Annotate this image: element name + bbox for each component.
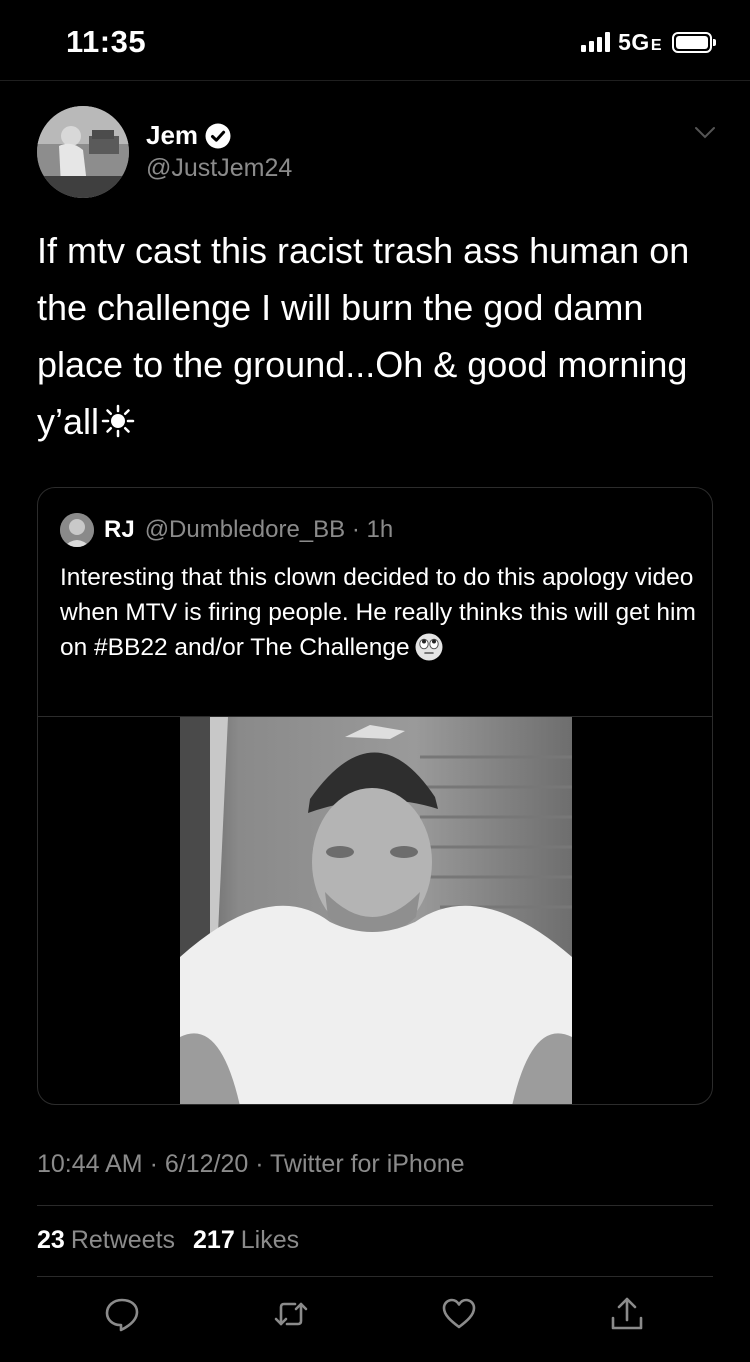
tweet-timestamp: 10:44 AM · 6/12/20 · Twitter for iPhone xyxy=(37,1150,465,1178)
status-time: 11:35 xyxy=(66,24,147,59)
network-type: 5G xyxy=(618,28,650,55)
tweet-stats: 23 Retweets 217 Likes xyxy=(37,1226,299,1255)
chevron-down-icon[interactable] xyxy=(694,126,716,140)
quoted-author-avatar xyxy=(60,513,94,547)
divider xyxy=(37,1276,713,1277)
quoted-tweet-card[interactable]: RJ @Dumbledore_BB · 1h Interesting that … xyxy=(37,487,713,1105)
share-icon[interactable] xyxy=(609,1296,645,1332)
status-bar: 11:35 5GE xyxy=(0,0,750,81)
tweet-action-bar xyxy=(0,1296,750,1336)
face-with-rolling-eyes-icon xyxy=(415,633,443,661)
tweet-text: If mtv cast this racist trash ass human … xyxy=(37,222,717,450)
verified-badge-icon xyxy=(205,123,231,148)
likes-stat[interactable]: 217 Likes xyxy=(193,1226,299,1255)
author-name-text: Jem xyxy=(146,120,199,150)
likes-label: Likes xyxy=(240,1226,300,1254)
heart-icon[interactable] xyxy=(441,1296,477,1332)
signal-strength-icon xyxy=(581,32,611,52)
divider xyxy=(37,1205,713,1206)
status-indicators: 5GE xyxy=(581,28,716,56)
quoted-tweet-text-content: Interesting that this clown decided to d… xyxy=(60,564,696,661)
quoted-author-name: RJ xyxy=(104,516,135,543)
retweets-label: Retweets xyxy=(70,1226,176,1254)
quoted-tweet-text: Interesting that this clown decided to d… xyxy=(60,560,700,665)
quoted-tweet-video-thumbnail[interactable] xyxy=(180,717,572,1104)
sun-emoji-icon xyxy=(101,404,135,438)
quoted-author-handle: @Dumbledore_BB · 1h xyxy=(144,516,394,543)
retweets-count: 23 xyxy=(37,1226,65,1254)
retweet-icon[interactable] xyxy=(273,1296,309,1332)
retweets-stat[interactable]: 23 Retweets xyxy=(37,1226,175,1255)
author-handle[interactable]: @JustJem24 xyxy=(146,154,292,183)
network-suffix: E xyxy=(650,36,662,54)
likes-count: 217 xyxy=(193,1226,235,1254)
battery-icon xyxy=(672,31,716,53)
quoted-tweet-header: RJ @Dumbledore_BB · 1h xyxy=(60,513,393,547)
reply-icon[interactable] xyxy=(104,1296,140,1332)
author-name[interactable]: Jem xyxy=(146,120,231,151)
author-avatar[interactable] xyxy=(37,106,129,198)
network-indicator: 5GE xyxy=(618,29,662,56)
